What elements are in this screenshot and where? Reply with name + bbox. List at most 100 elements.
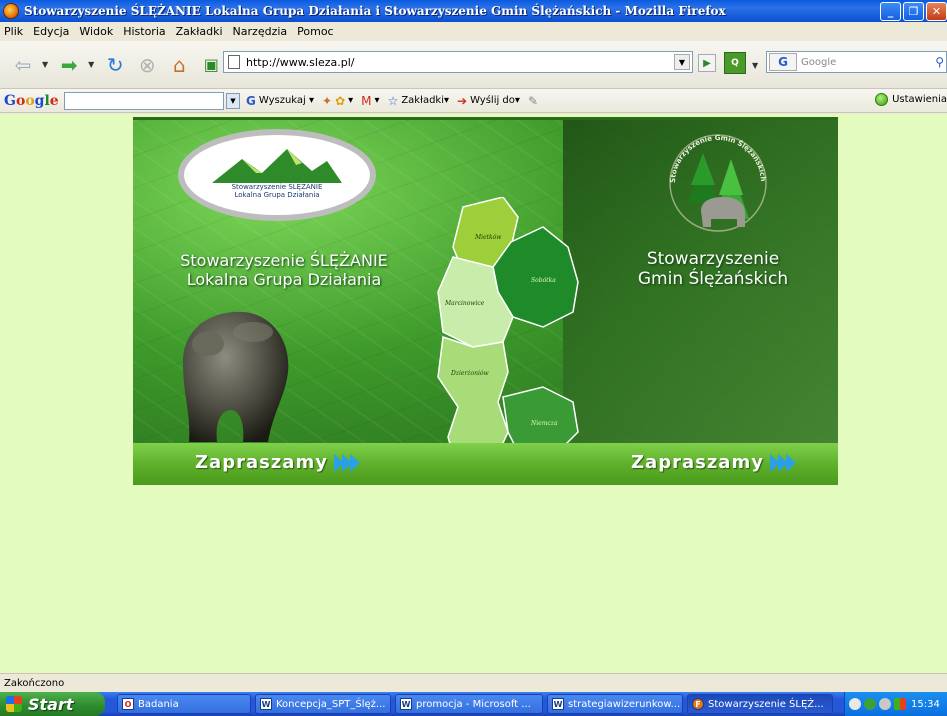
enter-lgd-label: Zapraszamy xyxy=(195,452,328,473)
menu-tools[interactable]: Narzędzia xyxy=(233,25,288,38)
home-icon[interactable]: ⌂ xyxy=(166,52,192,78)
firefox-icon xyxy=(3,3,19,19)
gmail-button[interactable]: M ▾ xyxy=(361,94,379,108)
addon-you-icon[interactable]: Q xyxy=(724,52,746,74)
stop-icon[interactable]: ⊗ xyxy=(134,52,160,78)
close-button[interactable]: ✕ xyxy=(926,2,947,21)
back-button[interactable]: ⇦ xyxy=(10,52,36,78)
page-content: Stowarzyszenie ŚLĘŻANIE Lokalna Grupa Dz… xyxy=(0,114,947,673)
menu-edit[interactable]: Edycja xyxy=(33,25,69,38)
map-label-mietkow: Mietków xyxy=(474,234,502,241)
sgs-title-line2: Gmin Ślężańskich xyxy=(637,269,789,289)
reload-icon[interactable]: ↻ xyxy=(102,52,128,78)
forward-button[interactable]: ➡ xyxy=(56,52,82,78)
lgd-title-line2: Lokalna Grupa Działania xyxy=(186,270,382,289)
enter-lgd-link[interactable]: Zapraszamy xyxy=(195,452,360,473)
navigation-toolbar: ⇦ ▼ ➡ ▼ ↻ ⊗ ⌂ ▣ http://www.sleza.pl/ ▼ ▶… xyxy=(0,41,947,89)
windows-taskbar: Start O Badania W Koncepcja_SPT_Ślęż... … xyxy=(0,692,947,716)
mountains-icon xyxy=(212,149,342,183)
url-text[interactable]: http://www.sleza.pl/ xyxy=(246,56,355,69)
taskbar-item-strategia[interactable]: W strategiawizerunkow... xyxy=(547,694,683,714)
firefox-icon: F xyxy=(692,698,704,710)
taskbar-item-label: strategiawizerunkow... xyxy=(568,698,681,710)
network-icon[interactable] xyxy=(864,698,876,710)
emblem-text: Stowarzyszenie Gmin Ślężańskich xyxy=(669,134,767,183)
taskbar-item-koncepcja[interactable]: W Koncepcja_SPT_Ślęż... xyxy=(255,694,391,714)
maximize-button[interactable]: ❐ xyxy=(903,2,924,21)
toolbar-extras[interactable]: ✦ ✿ ▾ xyxy=(322,94,353,108)
menu-history[interactable]: Historia xyxy=(123,25,165,38)
word-icon: W xyxy=(260,698,272,710)
municipalities-map[interactable]: Mietków Sobótka Marcinowice Dzierżoniów … xyxy=(433,197,593,485)
security-icon[interactable] xyxy=(894,698,906,710)
status-text: Zakończono xyxy=(4,677,65,689)
settings-status-icon xyxy=(875,93,889,106)
google-search-input[interactable] xyxy=(64,91,224,110)
sgs-emblem[interactable]: Stowarzyszenie Gmin Ślężańskich xyxy=(663,123,773,243)
sgs-title-line1: Stowarzyszenie xyxy=(646,249,780,269)
bookmarks-label: Zakładki xyxy=(401,95,444,106)
menu-bar: Plik Edycja Widok Historia Zakładki Narz… xyxy=(0,22,947,41)
status-bar: Zakończono xyxy=(0,673,947,692)
search-icon[interactable]: ⚲ xyxy=(935,55,944,69)
go-button[interactable]: ▶ xyxy=(698,54,716,72)
app-icon: O xyxy=(122,698,134,710)
lgd-logo-text-1: Stowarzyszenie ŚLĘŻANIE xyxy=(231,183,323,191)
word-icon: W xyxy=(552,698,564,710)
search-placeholder: Google xyxy=(801,56,837,68)
enter-sgs-label: Zapraszamy xyxy=(631,452,764,473)
new-tab-icon[interactable]: ▣ xyxy=(198,52,224,78)
map-label-niemcza: Niemcza xyxy=(530,420,558,427)
volume-icon[interactable] xyxy=(879,698,891,710)
forward-history-dropdown[interactable]: ▼ xyxy=(88,60,94,69)
google-search-label: Wyszukaj xyxy=(258,95,306,106)
lgd-title: Stowarzyszenie ŚLĘŻANIE Lokalna Grupa Dz… xyxy=(169,251,399,289)
settings-button[interactable]: Ustawienia xyxy=(875,93,947,106)
taskbar-item-label: Koncepcja_SPT_Ślęż... xyxy=(276,698,386,710)
tray-arrow-icon[interactable] xyxy=(849,698,861,710)
lgd-title-line1: Stowarzyszenie ŚLĘŻANIE xyxy=(180,251,388,270)
taskbar-item-promocja[interactable]: W promocja - Microsoft ... xyxy=(395,694,543,714)
google-search-dropdown[interactable]: ▼ xyxy=(226,92,240,109)
url-bar[interactable]: http://www.sleza.pl/ ▼ xyxy=(223,51,693,73)
taskbar-item-firefox[interactable]: F Stowarzyszenie ŚLĘŻ... xyxy=(687,694,833,714)
map-label-dzierzoniow: Dzierżoniów xyxy=(450,370,489,377)
menu-bookmarks[interactable]: Zakładki xyxy=(176,25,223,38)
windows-logo-icon xyxy=(6,696,22,712)
highlighter-icon[interactable]: ✎ xyxy=(528,94,541,108)
url-history-dropdown[interactable]: ▼ xyxy=(674,54,690,70)
sgs-title: Stowarzyszenie Gmin Ślężańskich xyxy=(613,249,813,289)
taskbar-item-label: Stowarzyszenie ŚLĘŻ... xyxy=(708,698,824,710)
search-box[interactable]: G Google ⚲ xyxy=(766,51,947,73)
addon-dropdown[interactable]: ▼ xyxy=(752,61,758,70)
system-tray: 15:34 xyxy=(844,692,947,716)
window-titlebar: Stowarzyszenie ŚLĘŻANIE Lokalna Grupa Dz… xyxy=(0,0,947,22)
google-toolbar: Google ▼ G Wyszukaj ▾ ✦ ✿ ▾ M ▾ ☆ Zakładki ▾ ➔… xyxy=(0,89,947,113)
taskbar-item-label: promocja - Microsoft ... xyxy=(416,698,531,710)
menu-help[interactable]: Pomoc xyxy=(297,25,333,38)
send-to-button[interactable]: ➔ Wyślij do ▾ xyxy=(457,94,520,108)
google-toolbar-logo: Google xyxy=(4,92,59,109)
arrow-right-icon xyxy=(769,453,796,472)
menu-file[interactable]: Plik xyxy=(4,25,23,38)
lgd-logo[interactable]: Stowarzyszenie ŚLĘŻANIE Lokalna Grupa Dz… xyxy=(178,129,376,221)
taskbar-item-badania[interactable]: O Badania xyxy=(117,694,251,714)
menu-view[interactable]: Widok xyxy=(79,25,113,38)
start-label: Start xyxy=(28,694,74,714)
search-engine-icon[interactable]: G xyxy=(769,53,797,71)
window-title: Stowarzyszenie ŚLĘŻANIE Lokalna Grupa Dz… xyxy=(24,4,726,18)
bookmarks-button[interactable]: ☆ Zakładki ▾ xyxy=(388,94,449,108)
send-to-label: Wyślij do xyxy=(470,95,515,106)
site-banner: Stowarzyszenie ŚLĘŻANIE Lokalna Grupa Dz… xyxy=(133,117,838,485)
minimize-button[interactable]: _ xyxy=(880,2,901,21)
start-button[interactable]: Start xyxy=(0,692,105,716)
map-label-sobotka: Sobótka xyxy=(531,277,556,284)
arrow-right-icon xyxy=(333,453,360,472)
google-search-button[interactable]: G Wyszukaj ▾ xyxy=(246,94,314,108)
map-label-marcinowice: Marcinowice xyxy=(444,300,485,307)
back-history-dropdown[interactable]: ▼ xyxy=(42,60,48,69)
banner-top-band xyxy=(133,117,838,120)
enter-sgs-link[interactable]: Zapraszamy xyxy=(631,452,796,473)
bear-statue-image xyxy=(183,311,289,442)
taskbar-item-label: Badania xyxy=(138,698,179,710)
